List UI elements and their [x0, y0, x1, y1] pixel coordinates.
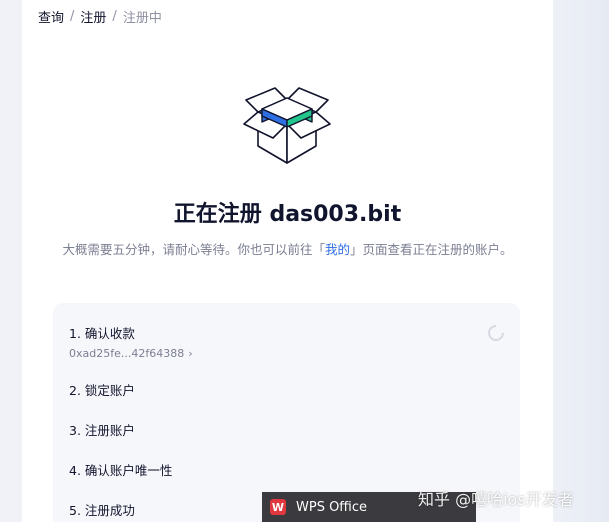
breadcrumb-separator: / [112, 9, 117, 24]
breadcrumb-item-register[interactable]: 注册 [80, 7, 106, 26]
chevron-right-icon: › [188, 347, 193, 360]
open-box-icon [243, 87, 331, 164]
step-confirm-uniqueness: 4. 确认账户唯一性 [69, 463, 173, 478]
breadcrumb: 查询 / 注册 / 注册中 [38, 7, 162, 26]
my-page-link[interactable]: 我的 [325, 242, 350, 257]
right-background [553, 0, 609, 522]
breadcrumb-item-query[interactable]: 查询 [38, 7, 64, 26]
step-register-account: 3. 注册账户 [69, 423, 135, 438]
description-text-before: 大概需要五分钟，请耐心等待。你也可以前往「 [62, 242, 325, 257]
transaction-hash-link[interactable]: 0xad25fe...42f64388 › [69, 347, 193, 360]
description-text-after: 」页面查看正在注册的账户。 [350, 242, 513, 257]
wps-label: WPS Office [296, 499, 368, 515]
left-background [0, 0, 22, 522]
transaction-hash: 0xad25fe...42f64388 [69, 347, 185, 360]
registration-description: 大概需要五分钟，请耐心等待。你也可以前往「我的」页面查看正在注册的账户。 [50, 240, 525, 260]
step-confirm-payment: 1. 确认收款 [69, 326, 135, 341]
watermark: 知乎 @嘻哈ios开发者 [418, 490, 574, 509]
breadcrumb-separator: / [70, 9, 75, 24]
loading-spinner-icon [484, 321, 508, 345]
step-registration-success: 5. 注册成功 [69, 503, 135, 518]
breadcrumb-current: 注册中 [122, 11, 162, 26]
wps-icon: W [270, 499, 286, 515]
step-lock-account: 2. 锁定账户 [69, 383, 135, 398]
page-title: 正在注册 das003.bit [173, 202, 402, 227]
